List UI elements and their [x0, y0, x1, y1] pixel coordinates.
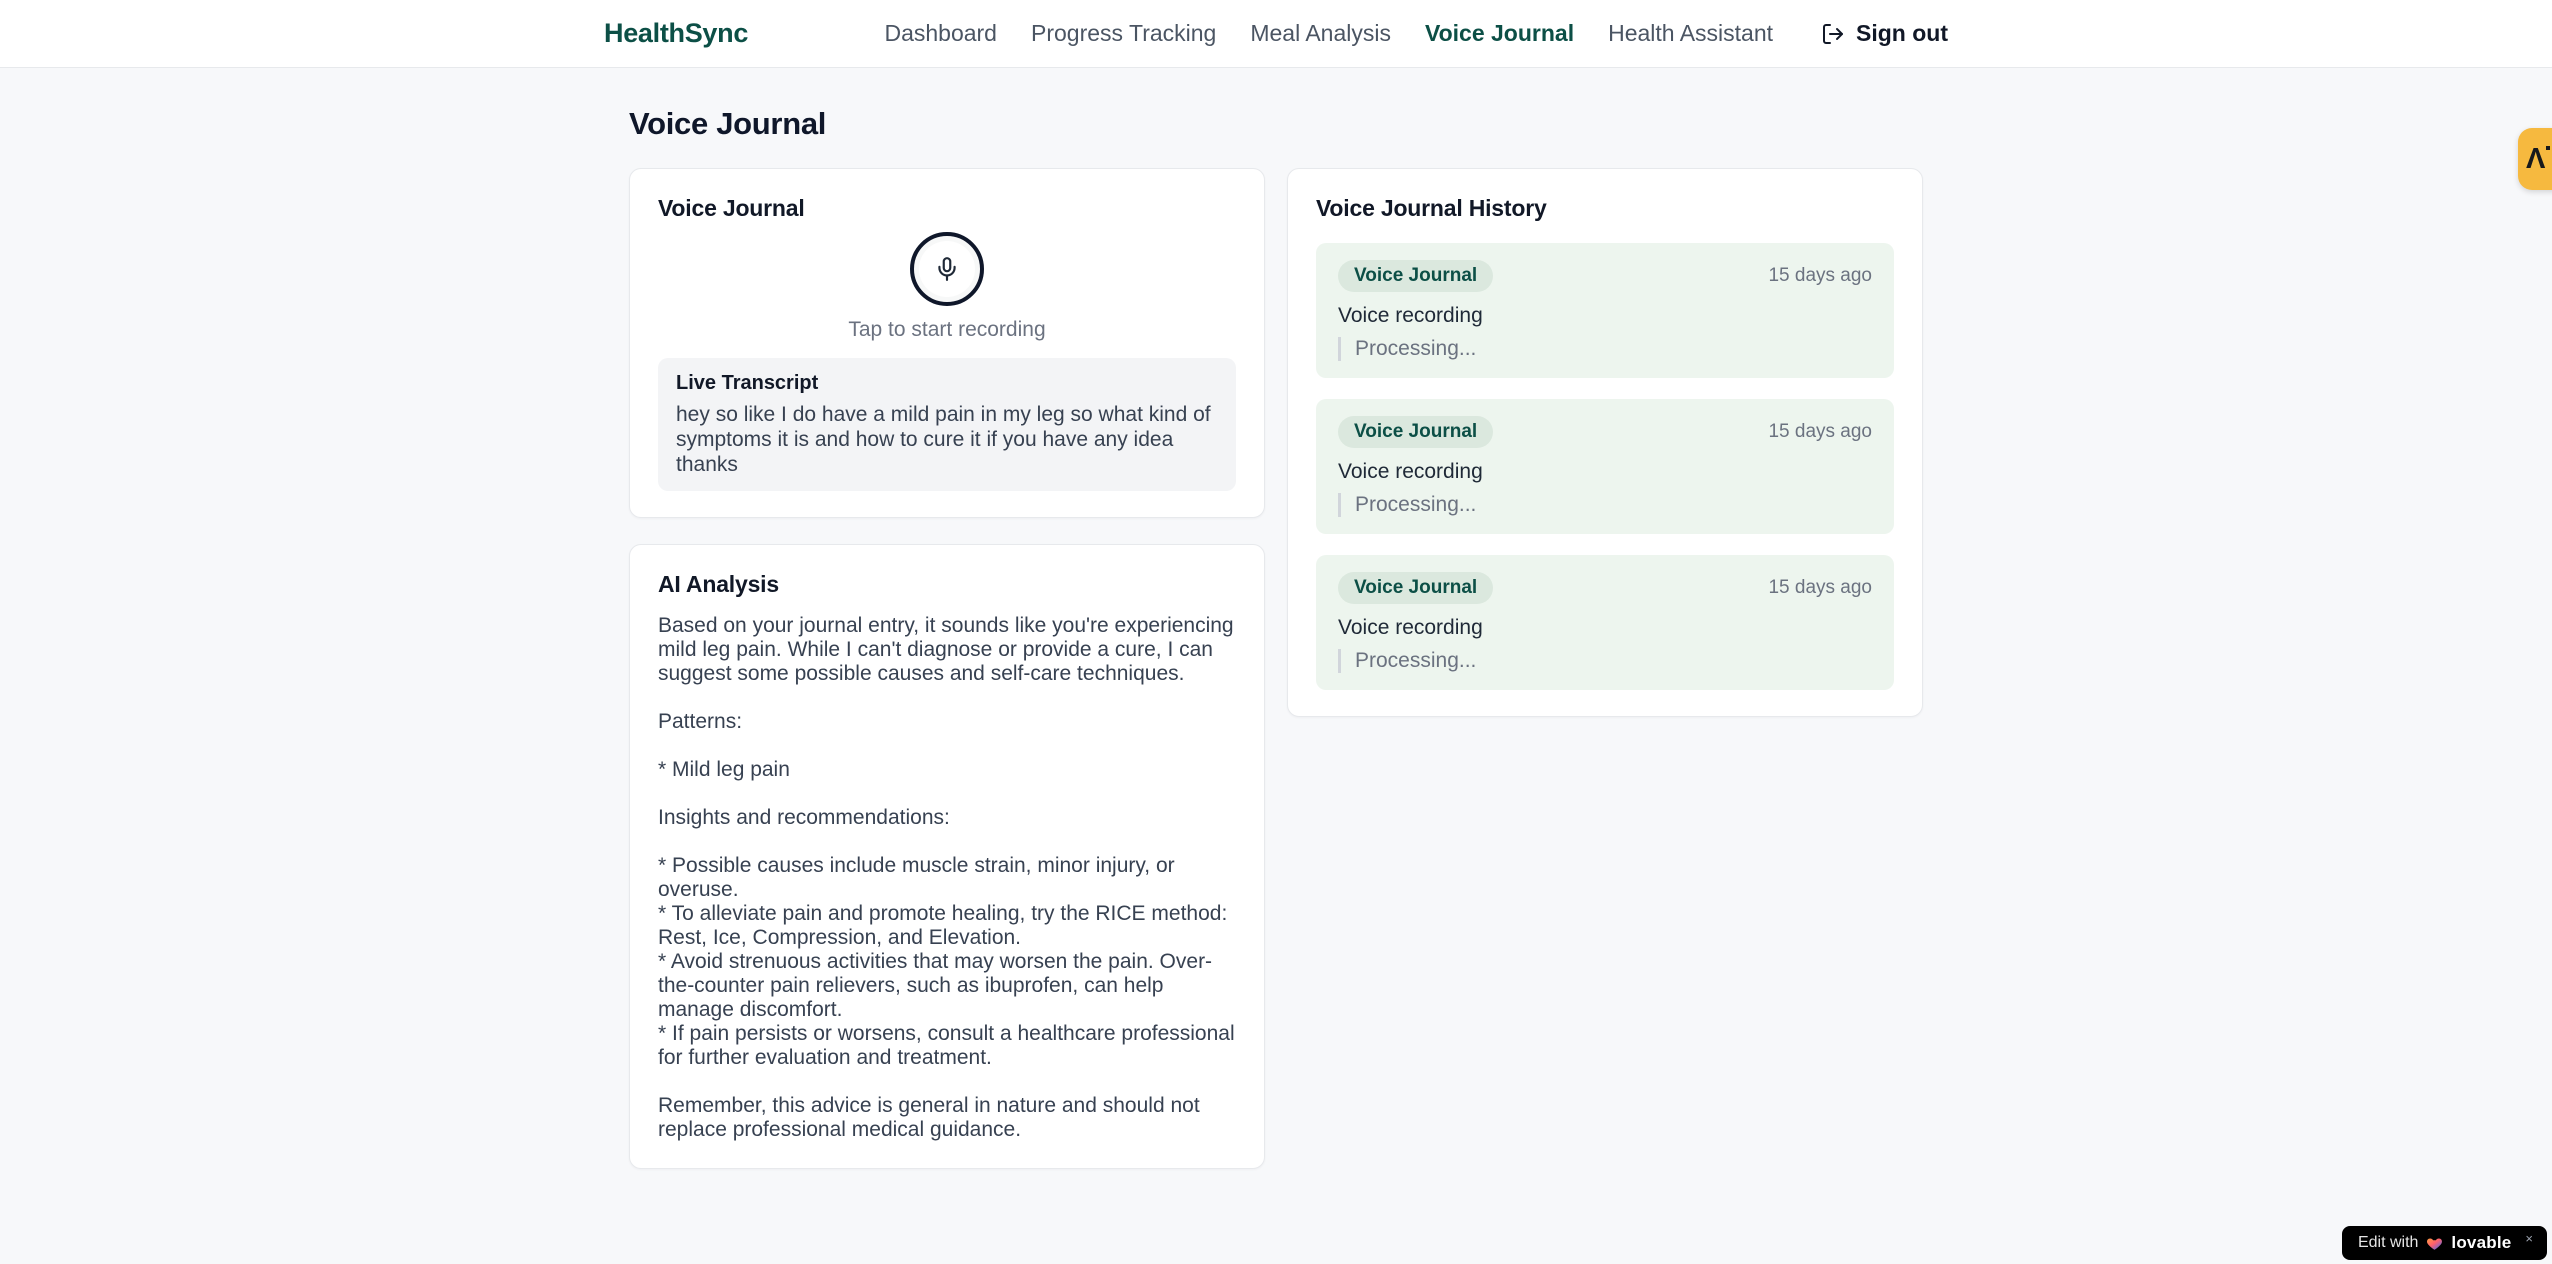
- side-lambda-badge-button[interactable]: Λ: [2518, 128, 2552, 190]
- header-container: HealthSync Dashboard Progress Tracking M…: [604, 18, 1948, 49]
- lovable-prefix-label: Edit with: [2357, 1234, 2419, 1251]
- history-entry: Voice Journal 15 days ago Voice recordin…: [1316, 555, 1894, 690]
- history-entry: Voice Journal 15 days ago Voice recordin…: [1316, 243, 1894, 378]
- history-entry-header: Voice Journal 15 days ago: [1338, 572, 1872, 604]
- entry-type-badge: Voice Journal: [1338, 260, 1494, 292]
- history-card-title: Voice Journal History: [1316, 195, 1547, 221]
- ai-analysis-card: AI Analysis Based on your journal entry,…: [629, 544, 1265, 1169]
- entry-timestamp: 15 days ago: [1768, 577, 1872, 598]
- live-transcript-box: Live Transcript hey so like I do have a …: [658, 358, 1236, 491]
- main-content: Voice Journal Voice Journal Tap to start…: [629, 68, 1923, 1169]
- history-entry: Voice Journal 15 days ago Voice recordin…: [1316, 399, 1894, 534]
- entry-timestamp: 15 days ago: [1768, 265, 1872, 286]
- ai-analysis-title: AI Analysis: [658, 571, 779, 597]
- lovable-brand-label: lovable: [2451, 1233, 2512, 1252]
- microphone-icon: [934, 256, 960, 282]
- entry-timestamp: 15 days ago: [1768, 421, 1872, 442]
- nav-item-meal-analysis[interactable]: Meal Analysis: [1250, 20, 1391, 47]
- entry-type-badge: Voice Journal: [1338, 416, 1494, 448]
- recorder-area: Tap to start recording: [658, 232, 1236, 342]
- brand-logo[interactable]: HealthSync: [604, 18, 748, 49]
- app-header: HealthSync Dashboard Progress Tracking M…: [0, 0, 2552, 68]
- lambda-logo-icon: Λ: [2526, 142, 2551, 175]
- live-transcript-title: Live Transcript: [676, 372, 819, 394]
- entry-label: Voice recording: [1338, 304, 1483, 327]
- live-transcript-text: hey so like I do have a mild pain in my …: [676, 403, 1211, 476]
- tap-to-record-hint: Tap to start recording: [848, 318, 1046, 341]
- edit-with-lovable-badge[interactable]: Edit with lovable ×: [2341, 1226, 2547, 1260]
- entry-label: Voice recording: [1338, 616, 1483, 639]
- voice-journal-history-card: Voice Journal History Voice Journal 15 d…: [1287, 168, 1923, 717]
- main-nav: Dashboard Progress Tracking Meal Analysi…: [884, 20, 1948, 47]
- entry-label: Voice recording: [1338, 460, 1483, 483]
- ai-analysis-body: Based on your journal entry, it sounds l…: [658, 614, 1235, 1141]
- history-entry-header: Voice Journal 15 days ago: [1338, 260, 1872, 292]
- sign-out-label: Sign out: [1856, 20, 1948, 46]
- entry-processing-status: Processing...: [1338, 337, 1872, 361]
- recorder-card-title: Voice Journal: [658, 195, 805, 221]
- page-title: Voice Journal: [629, 106, 827, 141]
- content-grid: Voice Journal Tap to start recording Liv…: [629, 168, 1923, 1169]
- nav-item-dashboard[interactable]: Dashboard: [884, 20, 997, 47]
- entry-processing-status: Processing...: [1338, 493, 1872, 517]
- nav-item-health-assistant[interactable]: Health Assistant: [1608, 20, 1773, 47]
- record-button[interactable]: [910, 232, 984, 306]
- voice-recorder-card: Voice Journal Tap to start recording Liv…: [629, 168, 1265, 518]
- history-entry-header: Voice Journal 15 days ago: [1338, 416, 1872, 448]
- right-column: Voice Journal History Voice Journal 15 d…: [1287, 168, 1923, 717]
- left-column: Voice Journal Tap to start recording Liv…: [629, 168, 1265, 1169]
- lovable-close-icon[interactable]: ×: [2525, 1231, 2533, 1246]
- entry-type-badge: Voice Journal: [1338, 572, 1494, 604]
- nav-item-voice-journal[interactable]: Voice Journal: [1425, 20, 1574, 47]
- sign-out-icon: [1821, 22, 1845, 46]
- lovable-heart-icon: [2426, 1235, 2443, 1252]
- nav-item-progress-tracking[interactable]: Progress Tracking: [1031, 20, 1216, 47]
- sign-out-button[interactable]: Sign out: [1821, 20, 1948, 47]
- entry-processing-status: Processing...: [1338, 649, 1872, 673]
